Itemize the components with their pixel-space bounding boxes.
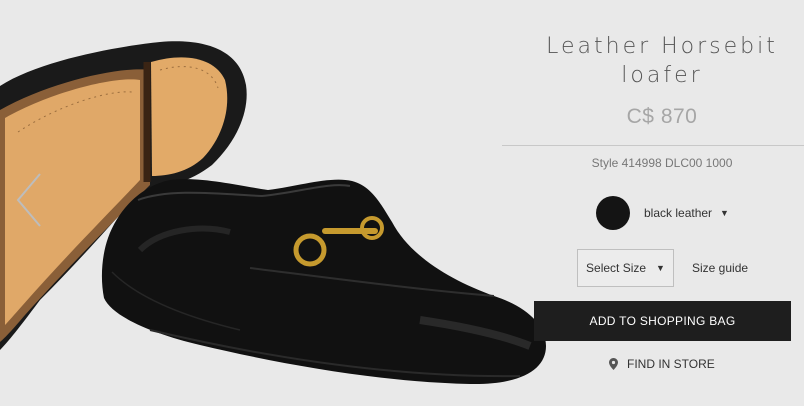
size-select-value: Select Size <box>586 261 647 275</box>
size-select[interactable]: Select Size ▼ <box>577 249 674 287</box>
product-title-line2: loafer <box>621 63 703 88</box>
location-pin-icon <box>609 358 618 370</box>
product-details-panel: Leather Horsebit loafer C$ 870 Style 414… <box>502 0 804 406</box>
add-to-bag-button[interactable]: ADD TO SHOPPING BAG <box>534 301 791 341</box>
find-in-store-link[interactable]: FIND IN STORE <box>609 356 715 372</box>
color-swatch[interactable] <box>596 196 630 230</box>
product-price: C$ 870 <box>626 105 698 128</box>
find-in-store-label: FIND IN STORE <box>627 357 715 371</box>
chevron-left-icon[interactable] <box>10 168 50 232</box>
product-title-line1: Leather Horsebit <box>546 34 778 59</box>
size-guide-link[interactable]: Size guide <box>692 261 748 275</box>
product-image <box>0 41 547 385</box>
color-selector[interactable]: black leather ▼ <box>596 196 729 230</box>
product-title: Leather Horsebit loafer <box>502 32 804 90</box>
divider <box>502 145 804 146</box>
style-code: Style 414998 DLC00 1000 <box>591 156 733 170</box>
chevron-down-icon: ▼ <box>720 208 729 218</box>
shoe-side-view <box>101 179 547 385</box>
add-to-bag-label: ADD TO SHOPPING BAG <box>589 314 736 328</box>
color-label: black leather <box>644 206 713 220</box>
chevron-down-icon: ▼ <box>656 263 665 273</box>
